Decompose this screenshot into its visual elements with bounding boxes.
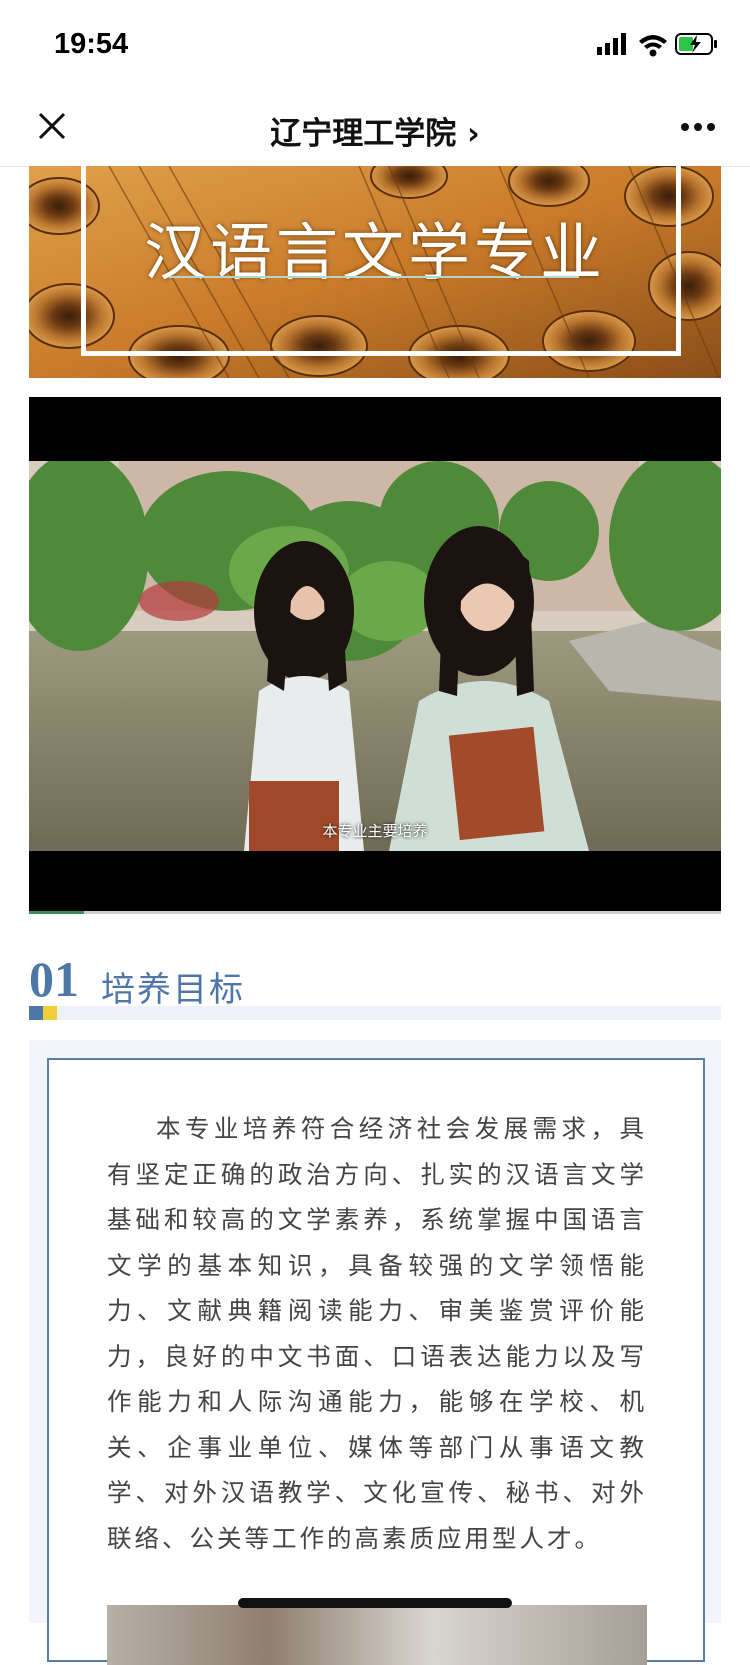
battery-charging-icon [675,33,717,55]
wifi-icon [639,35,667,57]
more-icon[interactable] [680,122,716,132]
video-progress-bar[interactable] [29,911,721,914]
accent-square-yellow [43,1006,57,1020]
accent-square-blue [29,1006,43,1020]
content-photo [107,1605,647,1665]
video-frame [29,461,721,851]
content-panel: 本专业培养符合经济社会发展需求，具有坚定正确的政治方向、扎实的汉语言文学基础和较… [29,1040,721,1665]
video-subtitle: 本专业主要培养 [322,822,428,840]
banner-title: 汉语言文学专业 [143,216,606,289]
section-number: 01 [29,951,79,1007]
nav-bar: 辽宁理工学院 › [0,90,750,167]
signal-icon [597,33,626,55]
status-icons [597,33,717,57]
home-indicator[interactable] [238,1598,512,1608]
section-header: 01 培养目标 [29,950,721,1020]
status-bar: 19:54 [0,0,750,90]
banner-divider [169,276,579,278]
status-time: 19:54 [54,28,129,60]
section-title: 培养目标 [101,970,245,1010]
content-box: 本专业培养符合经济社会发展需求，具有坚定正确的政治方向、扎实的汉语言文学基础和较… [47,1058,705,1665]
page-title[interactable]: 辽宁理工学院 › [0,108,750,153]
banner-image: 汉语言文学专业 [29,166,721,378]
content-paragraph: 本专业培养符合经济社会发展需求，具有坚定正确的政治方向、扎实的汉语言文学基础和较… [107,1114,647,1553]
video-scene [29,461,721,851]
video-progress-fill [29,911,85,914]
